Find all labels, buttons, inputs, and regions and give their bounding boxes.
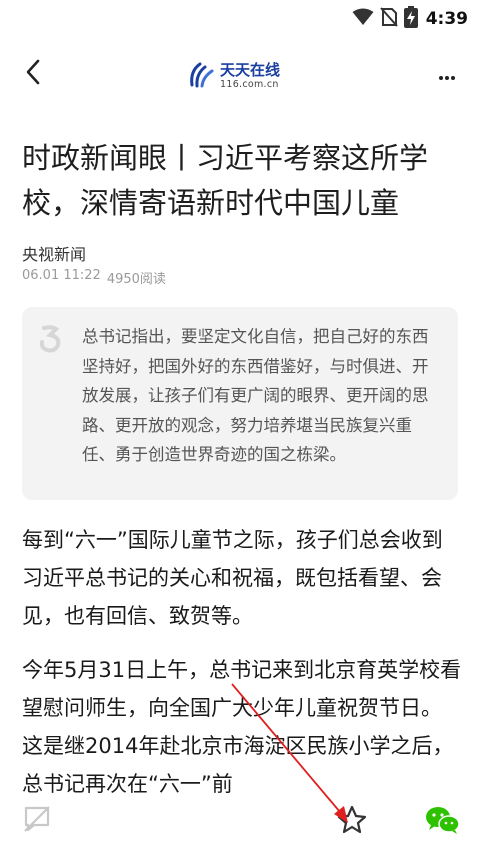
article-meta: 06.01 11:22 4950阅读 [22, 268, 166, 287]
battery-charging-icon [403, 6, 418, 32]
comment-button[interactable] [22, 805, 52, 837]
brand-mark-icon [186, 59, 216, 93]
article-date: 06.01 11:22 [22, 268, 101, 283]
more-dots-icon [439, 65, 455, 84]
comment-off-icon [22, 806, 52, 837]
status-icons: 4:39 [352, 6, 468, 32]
brand-domain: 116.com.cn [220, 78, 279, 90]
bottom-action-bar [0, 793, 480, 853]
brand-name: 天天在线 [220, 60, 281, 79]
star-icon [337, 805, 367, 839]
more-button[interactable] [430, 56, 464, 92]
quote-mark-icon [38, 325, 62, 357]
article-title: 时政新闻眼丨习近平考察这所学校，深情寄语新时代中国儿童 [22, 141, 429, 220]
wechat-icon [425, 807, 461, 839]
brand-logo: 天天在线 116.com.cn [186, 56, 280, 96]
back-button[interactable] [16, 54, 50, 94]
top-nav-bar: 天天在线 116.com.cn [0, 44, 480, 106]
status-time: 4:39 [425, 9, 468, 29]
article-paragraph-2: 今年5月31日上午，总书记来到北京育英学校看望慰问师生，向全国广大少年儿童祝贺节… [22, 658, 462, 796]
wifi-icon [352, 8, 374, 30]
no-sim-icon [379, 7, 398, 31]
chevron-left-icon [25, 59, 41, 89]
article-paragraph-1: 每到“六一”国际儿童节之际，孩子们总会收到习近平总书记的关心和祝福，既包括看望、… [22, 528, 443, 628]
summary-quote-box: 总书记指出，要坚定文化自信，把自己好的东西坚持好，把国外好的东西借鉴好，与时俱进… [22, 307, 458, 500]
article-reads: 4950阅读 [106, 272, 166, 287]
share-wechat-button[interactable] [425, 805, 461, 839]
favorite-button[interactable] [337, 805, 367, 839]
summary-quote-text: 总书记指出，要坚定文化自信，把自己好的东西坚持好，把国外好的东西借鉴好，与时俱进… [82, 327, 429, 464]
status-bar: 4:39 [0, 0, 480, 34]
article-source[interactable]: 央视新闻 [22, 241, 86, 265]
